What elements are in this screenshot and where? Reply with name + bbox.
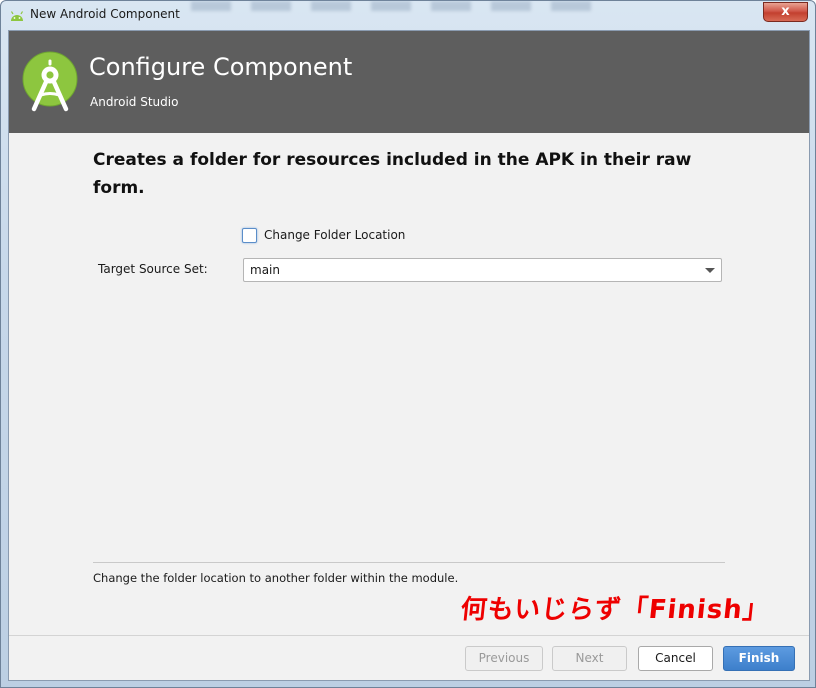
target-source-set-label: Target Source Set: [98, 262, 208, 276]
change-folder-location-checkbox[interactable] [242, 228, 257, 243]
finish-button[interactable]: Finish [723, 646, 795, 671]
annotation-overlay: 何もいじらず「Finish」 [459, 595, 772, 625]
next-button[interactable]: Next [552, 646, 627, 671]
title-bar[interactable]: New Android Component x [1, 1, 815, 31]
android-icon [10, 11, 24, 21]
background-window-blur [191, 1, 611, 11]
android-studio-icon [22, 51, 78, 112]
cancel-button[interactable]: Cancel [638, 646, 713, 671]
change-folder-location-label[interactable]: Change Folder Location [264, 228, 405, 242]
page-title: Configure Component [89, 53, 353, 81]
wizard-header: Configure Component Android Studio [9, 31, 809, 133]
dialog-window: New Android Component x Configure Compon… [0, 0, 816, 688]
help-separator [93, 562, 725, 563]
button-bar-separator [9, 635, 809, 636]
close-icon: x [781, 4, 790, 19]
target-source-set-select[interactable]: main [243, 258, 722, 282]
dialog-content: Configure Component Android Studio Creat… [8, 30, 810, 681]
page-subtitle: Android Studio [90, 95, 179, 109]
window-title: New Android Component [30, 7, 180, 21]
previous-button[interactable]: Previous [465, 646, 543, 671]
component-description: Creates a folder for resources included … [93, 150, 692, 198]
chevron-down-icon[interactable] [705, 268, 715, 273]
target-source-set-value: main [250, 263, 280, 277]
help-text: Change the folder location to another fo… [93, 571, 459, 585]
close-button[interactable]: x [763, 2, 808, 22]
